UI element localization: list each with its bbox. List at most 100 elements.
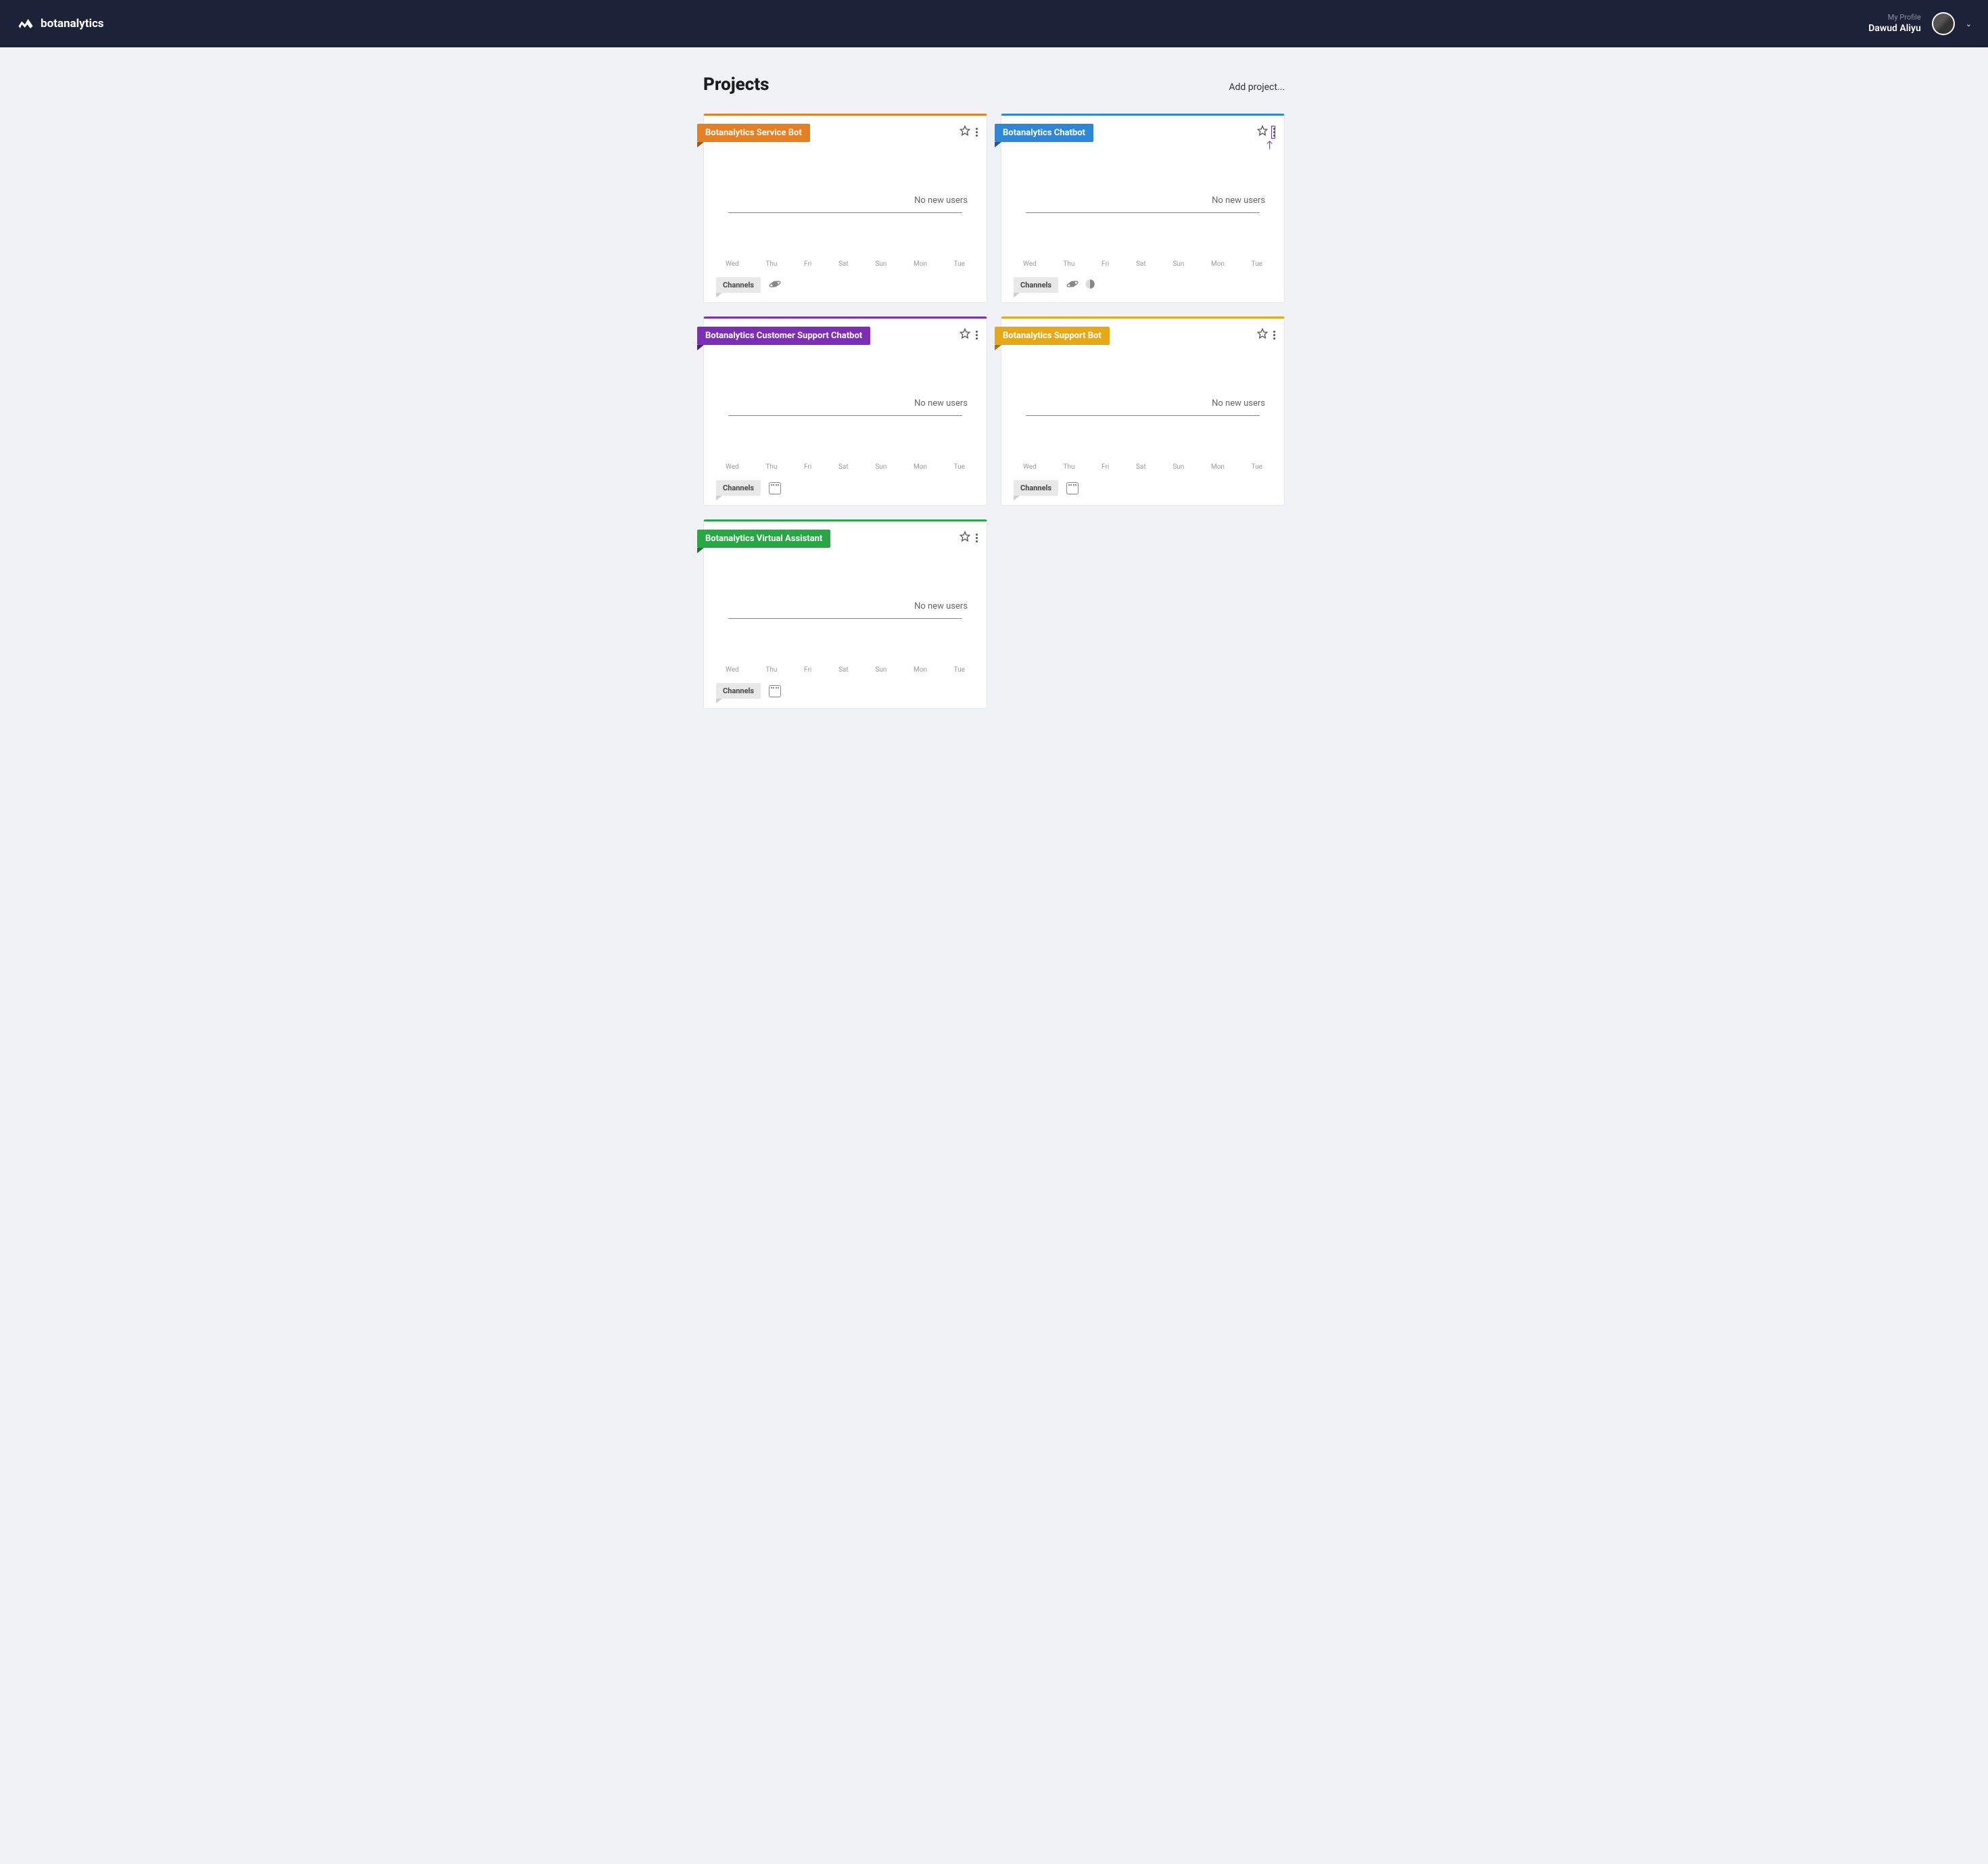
- project-card[interactable]: Botanalytics Virtual AssistantNo new use…: [703, 519, 987, 709]
- star-icon[interactable]: [960, 328, 970, 342]
- chart-area: No new usersWedThuFriSatSunMonTue: [716, 126, 974, 268]
- chart-baseline: [1026, 415, 1260, 416]
- axis-day: Mon: [1211, 463, 1225, 471]
- channels-badge[interactable]: Channels: [716, 277, 761, 293]
- axis-day: Tue: [1252, 260, 1262, 268]
- star-icon[interactable]: [960, 531, 970, 544]
- chart-axis: Wed Thu Fri Sat Sun Mon Tue: [726, 463, 965, 471]
- more-menu-icon[interactable]: [1272, 126, 1275, 138]
- chart-baseline: [728, 618, 962, 619]
- axis-day: Sun: [1173, 260, 1184, 268]
- star-icon[interactable]: [1257, 328, 1268, 342]
- chart-area: No new users Wed Thu Fri Sat Sun Mon Tue: [1014, 126, 1272, 268]
- project-card[interactable]: Botanalytics Support BotNo new usersWedT…: [1001, 317, 1285, 506]
- card-actions: [1257, 125, 1275, 139]
- axis-day: Tue: [954, 666, 965, 674]
- axis-day: Wed: [726, 260, 739, 268]
- profile-menu[interactable]: My Profile Dawud Aliyu ⌄: [1868, 12, 1972, 35]
- keyboard-icon: [769, 482, 781, 494]
- axis-day: Wed: [726, 463, 739, 471]
- card-actions: [960, 125, 977, 139]
- chart-baseline: [728, 212, 962, 213]
- chart-axis: WedThuFriSatSunMonTue: [1023, 463, 1262, 471]
- axis-day: Mon: [914, 260, 927, 268]
- more-menu-icon[interactable]: [974, 126, 977, 138]
- axis-day: Fri: [804, 260, 811, 268]
- project-card[interactable]: Botanalytics Customer Support ChatbotNo …: [703, 317, 987, 506]
- chart-axis: Wed Thu Fri Sat Sun Mon Tue: [726, 260, 965, 268]
- chart-baseline: [728, 415, 962, 416]
- chart-baseline: [1026, 212, 1260, 213]
- axis-day: Sat: [838, 463, 849, 471]
- axis-day: Sun: [875, 666, 886, 674]
- chart-area: No new usersWedThuFriSatSunMonTue: [716, 329, 974, 471]
- axis-day: Tue: [1252, 463, 1262, 471]
- axis-day: Fri: [804, 463, 811, 471]
- channel-icons: [769, 685, 781, 697]
- axis-day: Wed: [1023, 260, 1037, 268]
- page-header: Projects Add project...: [703, 74, 1285, 95]
- channels-badge[interactable]: Channels: [716, 683, 761, 699]
- axis-day: Thu: [1063, 463, 1074, 471]
- arrow-up-icon: ↑: [1267, 139, 1274, 151]
- brand-logo[interactable]: botanalytics: [16, 14, 104, 33]
- no-users-label: No new users: [1014, 398, 1272, 409]
- axis-day: Thu: [765, 260, 777, 268]
- profile-text: My Profile Dawud Aliyu: [1868, 13, 1921, 34]
- project-name-ribbon: Botanalytics Virtual Assistant: [697, 530, 830, 548]
- app-header: botanalytics My Profile Dawud Aliyu ⌄: [0, 0, 1988, 47]
- card-footer: Channels: [716, 277, 974, 293]
- more-menu-icon[interactable]: [974, 532, 977, 544]
- no-users-label: No new users: [1014, 195, 1272, 206]
- profile-label: My Profile: [1868, 13, 1921, 22]
- bixby-icon: [1084, 278, 1096, 293]
- brand-text: botanalytics: [41, 17, 104, 30]
- axis-day: Sat: [838, 260, 849, 268]
- axis-day: Wed: [726, 666, 739, 674]
- channels-badge[interactable]: Channels: [1014, 480, 1058, 496]
- channel-icons: [1066, 482, 1079, 494]
- channels-badge[interactable]: Channels: [716, 480, 761, 496]
- planet-icon: [1066, 278, 1079, 293]
- channel-icons: [1066, 278, 1096, 293]
- axis-day: Tue: [954, 260, 965, 268]
- project-name-ribbon: Botanalytics Service Bot: [697, 124, 810, 142]
- chart-axis: Wed Thu Fri Sat Sun Mon Tue: [1023, 260, 1262, 268]
- axis-day: Fri: [1102, 260, 1109, 268]
- card-actions: [960, 328, 977, 342]
- channels-badge[interactable]: Channels: [1014, 277, 1058, 293]
- card-footer: Channels: [1014, 277, 1272, 293]
- channel-icons: [769, 482, 781, 494]
- projects-grid: Botanalytics Service BotNo new usersWedT…: [703, 114, 1285, 709]
- project-card[interactable]: Botanalytics Service BotNo new usersWedT…: [703, 114, 987, 303]
- axis-day: Tue: [954, 463, 965, 471]
- axis-day: Thu: [765, 666, 777, 674]
- axis-day: Sat: [1136, 260, 1146, 268]
- axis-day: Mon: [914, 666, 927, 674]
- axis-day: Mon: [914, 463, 927, 471]
- axis-day: Sun: [1173, 463, 1184, 471]
- no-users-label: No new users: [716, 601, 974, 611]
- chart-area: No new usersWedThuFriSatSunMonTue: [716, 532, 974, 674]
- keyboard-icon: [1066, 482, 1079, 494]
- axis-day: Fri: [1102, 463, 1109, 471]
- page-title: Projects: [703, 74, 770, 95]
- more-menu-icon[interactable]: [1272, 329, 1275, 341]
- project-card[interactable]: Botanalytics Chatbot↑No new usersWedThuF…: [1001, 114, 1285, 303]
- axis-day: Thu: [765, 463, 777, 471]
- planet-icon: [769, 278, 781, 293]
- chart-area: No new usersWedThuFriSatSunMonTue: [1014, 329, 1272, 471]
- axis-day: Sun: [875, 463, 886, 471]
- axis-day: Mon: [1211, 260, 1225, 268]
- chevron-down-icon: ⌄: [1966, 20, 1972, 28]
- add-project-link[interactable]: Add project...: [1229, 82, 1285, 93]
- chart-axis: WedThuFriSatSunMonTue: [726, 666, 965, 674]
- star-icon[interactable]: [960, 125, 970, 139]
- star-icon[interactable]: [1257, 125, 1268, 139]
- axis-day: Thu: [1063, 260, 1074, 268]
- axis-day: Sun: [875, 260, 886, 268]
- card-actions: [960, 531, 977, 544]
- project-name-ribbon: Botanalytics Chatbot: [995, 124, 1093, 142]
- logo-icon: [16, 14, 35, 33]
- more-menu-icon[interactable]: [974, 329, 977, 341]
